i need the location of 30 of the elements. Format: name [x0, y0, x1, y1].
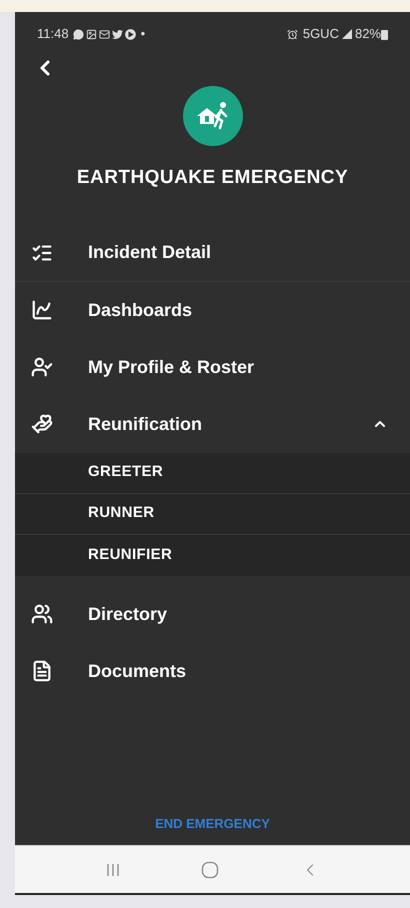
image-icon: [86, 28, 97, 40]
bird-icon: [112, 28, 123, 40]
notification-dot: •: [140, 25, 146, 44]
play-icon: [124, 28, 136, 40]
alarm-icon: [286, 28, 298, 40]
submenu-item[interactable]: REUNIFIER: [15, 534, 410, 576]
menu-item[interactable]: Directory: [15, 586, 410, 642]
submenu-item[interactable]: RUNNER: [15, 494, 410, 534]
hand-heart-icon: [31, 413, 53, 435]
menu-item[interactable]: Reunification: [15, 396, 410, 452]
menu-item[interactable]: My Profile & Roster: [15, 338, 410, 396]
signal-icon: [342, 29, 352, 39]
home-icon[interactable]: [201, 860, 220, 878]
menu-item[interactable]: Incident Detail: [15, 224, 410, 282]
recent-apps-icon[interactable]: [105, 862, 122, 878]
network-label: 5GUC: [302, 25, 339, 44]
status-time: 11:48: [37, 25, 69, 44]
document-icon: [31, 660, 53, 682]
battery-icon: [381, 28, 388, 40]
chart-icon: [31, 299, 53, 321]
user-check-icon: [31, 356, 53, 378]
submenu-item[interactable]: GREETER: [15, 452, 410, 494]
chat-icon: [72, 28, 84, 40]
battery-label: 82%: [354, 25, 381, 44]
people-icon: [31, 603, 53, 625]
emergency-title: EARTHQUAKE EMERGENCY: [76, 166, 350, 190]
menu-item[interactable]: Dashboards: [15, 282, 410, 338]
emergency-evacuation-icon: [182, 86, 242, 146]
menu-item[interactable]: Documents: [15, 642, 410, 700]
mail-icon: [98, 28, 110, 40]
